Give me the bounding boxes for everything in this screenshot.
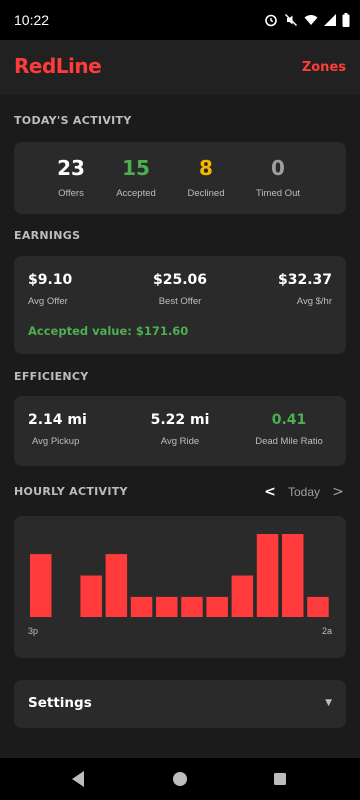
chart-bar-5p bbox=[80, 575, 102, 617]
chart-bar-10p bbox=[206, 596, 228, 617]
earnings-best-offer: $25.06 Best Offer bbox=[130, 272, 230, 307]
chart-bar-11p bbox=[231, 575, 254, 617]
earnings-value: $32.37 bbox=[277, 272, 332, 288]
stat-value: 15 bbox=[122, 156, 150, 180]
efficiency-value: 5.22 mi bbox=[150, 412, 210, 428]
x-axis-end-label: 2a bbox=[321, 626, 332, 636]
efficiency-avg-ride: 5.22 mi Avg Ride bbox=[130, 412, 230, 447]
chart-bar-1a bbox=[282, 534, 304, 617]
next-day-button[interactable]: > bbox=[330, 484, 346, 500]
earnings-value: $9.10 bbox=[28, 272, 73, 288]
earnings-label: Best Offer bbox=[158, 296, 202, 307]
stat-declined: 8 Declined bbox=[171, 156, 241, 199]
mute-icon bbox=[284, 13, 298, 27]
efficiency-label: Dead Mile Ratio bbox=[255, 436, 323, 447]
section-title-earnings: EARNINGS bbox=[14, 229, 81, 242]
efficiency-avg-pickup: 2.14 mi Avg Pickup bbox=[28, 412, 87, 447]
activity-card: 23 Offers 15 Accepted 8 Declined 0 Timed… bbox=[14, 142, 346, 214]
status-bar: 10:22 bbox=[0, 0, 360, 40]
earnings-card: $9.10 Avg Offer $25.06 Best Offer $32.37… bbox=[14, 256, 346, 354]
stat-label: Declined bbox=[187, 188, 225, 199]
efficiency-value: 2.14 mi bbox=[28, 412, 87, 428]
battery-icon bbox=[342, 13, 350, 27]
back-icon[interactable] bbox=[70, 770, 86, 792]
stat-accepted: 15 Accepted bbox=[101, 156, 171, 199]
status-time: 10:22 bbox=[14, 12, 50, 28]
stat-value: 23 bbox=[57, 156, 85, 180]
earnings-label: Avg $/hr bbox=[296, 296, 332, 307]
alarm-icon bbox=[264, 13, 278, 27]
chevron-down-icon: ▼ bbox=[325, 698, 332, 708]
chart-bar-3p bbox=[30, 554, 52, 617]
section-title-efficiency: EFFICIENCY bbox=[14, 370, 89, 383]
hourly-chart-card: 3p 2a bbox=[14, 516, 346, 658]
settings-label: Settings bbox=[28, 695, 92, 711]
prev-day-button[interactable]: < bbox=[262, 484, 278, 500]
stat-offers: 23 Offers bbox=[36, 156, 106, 199]
system-nav-bar bbox=[0, 758, 360, 800]
recents-icon[interactable] bbox=[273, 770, 287, 792]
section-title-todays-activity: TODAY'S ACTIVITY bbox=[14, 114, 132, 127]
earnings-avg-per-hour: $32.37 Avg $/hr bbox=[278, 272, 332, 307]
earnings-avg-offer: $9.10 Avg Offer bbox=[28, 272, 72, 307]
chart-bar-12a bbox=[256, 534, 279, 617]
status-icons bbox=[264, 12, 350, 28]
stat-value: 0 bbox=[271, 156, 285, 180]
app-header: RedLine Zones bbox=[0, 40, 360, 95]
settings-card[interactable]: Settings ▼ bbox=[14, 680, 346, 728]
chart-bar-8p bbox=[156, 596, 178, 617]
x-axis-start-label: 3p bbox=[28, 626, 39, 636]
accepted-value: Accepted value: $171.60 bbox=[28, 324, 189, 338]
chart-bar-9p bbox=[181, 596, 203, 617]
stat-label: Accepted bbox=[116, 188, 156, 199]
home-icon[interactable] bbox=[172, 770, 188, 792]
stat-label: Offers bbox=[58, 188, 84, 199]
efficiency-dead-mile-ratio: 0.41 Dead Mile Ratio bbox=[246, 412, 332, 447]
hourly-nav: < Today > bbox=[262, 484, 346, 500]
chart-bar-6p bbox=[105, 554, 128, 617]
earnings-label: Avg Offer bbox=[28, 296, 68, 307]
efficiency-card: 2.14 mi Avg Pickup 5.22 mi Avg Ride 0.41… bbox=[14, 396, 346, 466]
stat-timed-out: 0 Timed Out bbox=[243, 156, 313, 199]
efficiency-value: 0.41 bbox=[271, 412, 307, 428]
stat-value: 8 bbox=[199, 156, 213, 180]
efficiency-label: Avg Ride bbox=[160, 436, 200, 447]
earnings-value: $25.06 bbox=[152, 272, 208, 288]
efficiency-label: Avg Pickup bbox=[32, 436, 80, 447]
chart-bar-2a bbox=[307, 596, 329, 617]
signal-icon bbox=[324, 14, 336, 26]
hourly-bar-chart bbox=[30, 534, 329, 617]
wifi-icon bbox=[304, 14, 318, 26]
section-title-hourly-activity: HOURLY ACTIVITY bbox=[14, 485, 128, 498]
app-title: RedLine bbox=[14, 54, 102, 78]
chart-bar-7p bbox=[130, 596, 153, 617]
zones-button[interactable]: Zones bbox=[302, 60, 346, 75]
hourly-day-label: Today bbox=[287, 485, 320, 499]
stat-label: Timed Out bbox=[256, 188, 300, 199]
